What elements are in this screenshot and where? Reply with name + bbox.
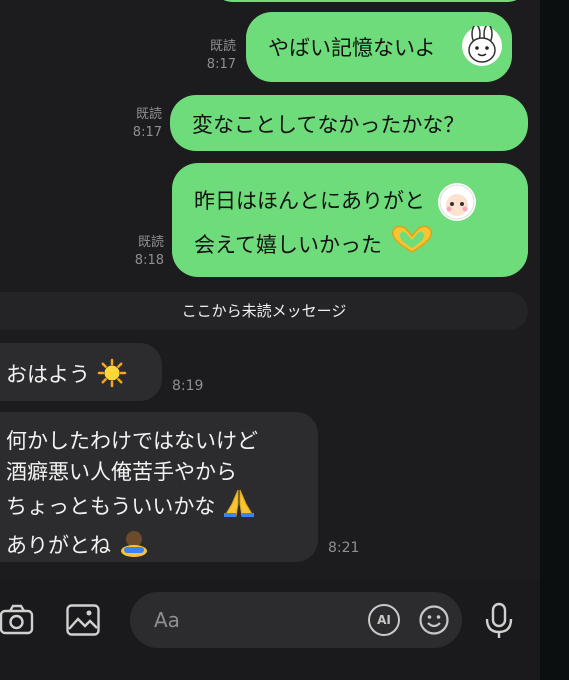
read-receipt: 既読 [209,39,236,54]
character-sticker-icon [437,183,476,221]
message-time: 8:19 [172,378,204,394]
screen-edge [540,0,569,680]
message-text: やばい記憶ないよ [268,36,436,60]
message-line: ありがとね [6,527,318,566]
message-line: 昨日はほんとにありがと [194,179,528,223]
bowing-emoji [118,527,150,566]
emoji-icon[interactable] [418,604,450,640]
camera-icon[interactable] [0,604,34,640]
message-bubble[interactable]: 変なことしてなかったかな？ [170,95,528,151]
rabbit-sticker-icon [462,24,502,66]
sun-emoji [97,358,127,393]
message-composer-bar: Aa AI [0,580,540,680]
ai-icon[interactable]: AI [368,604,400,636]
message-time: 8:17 [206,57,236,72]
unread-divider: ここから未読メッセージ [0,292,528,330]
message-time: 8:17 [132,125,162,140]
microphone-icon[interactable] [484,602,514,644]
message-meta: 既読 8:17 [190,38,236,74]
read-receipt: 既読 [135,107,162,122]
input-placeholder: Aa [154,608,180,632]
previous-message-bubble[interactable] [214,0,526,2]
message-text: 変なことしてなかったかな？ [192,113,465,137]
message-line: ちょっともういいかな [6,488,318,527]
message-line: 会えて嬉しいかった [194,223,528,269]
incoming-message-bubble[interactable]: 何かしたわけではないけど 酒癖悪い人俺苦手やから ちょっともういいかな ありがと… [0,412,318,562]
pray-emoji [222,488,256,527]
image-icon[interactable] [66,604,100,640]
message-meta: 既読 8:17 [118,106,162,142]
read-receipt: 既読 [137,235,164,250]
message-input[interactable]: Aa AI [130,592,462,648]
message-text: おはよう [6,362,90,387]
message-meta: 既読 8:18 [122,234,164,270]
message-line: 酒癖悪い人俺苦手やから [6,460,237,484]
message-bubble[interactable]: 昨日はほんとにありがと 会えて嬉しいかった [172,163,528,277]
message-time: 8:21 [328,540,360,556]
chat-area: 既読 8:17 やばい記憶ないよ 既読 8:17 変なことしてなかったかな？ 既… [0,0,540,580]
heart-hands-emoji [389,224,435,269]
message-time: 8:18 [134,253,164,268]
incoming-message-bubble[interactable]: おはよう [0,343,162,401]
message-line: 何かしたわけではないけど [6,429,258,453]
ai-label: AI [377,613,391,627]
message-bubble[interactable]: やばい記憶ないよ [246,12,512,82]
